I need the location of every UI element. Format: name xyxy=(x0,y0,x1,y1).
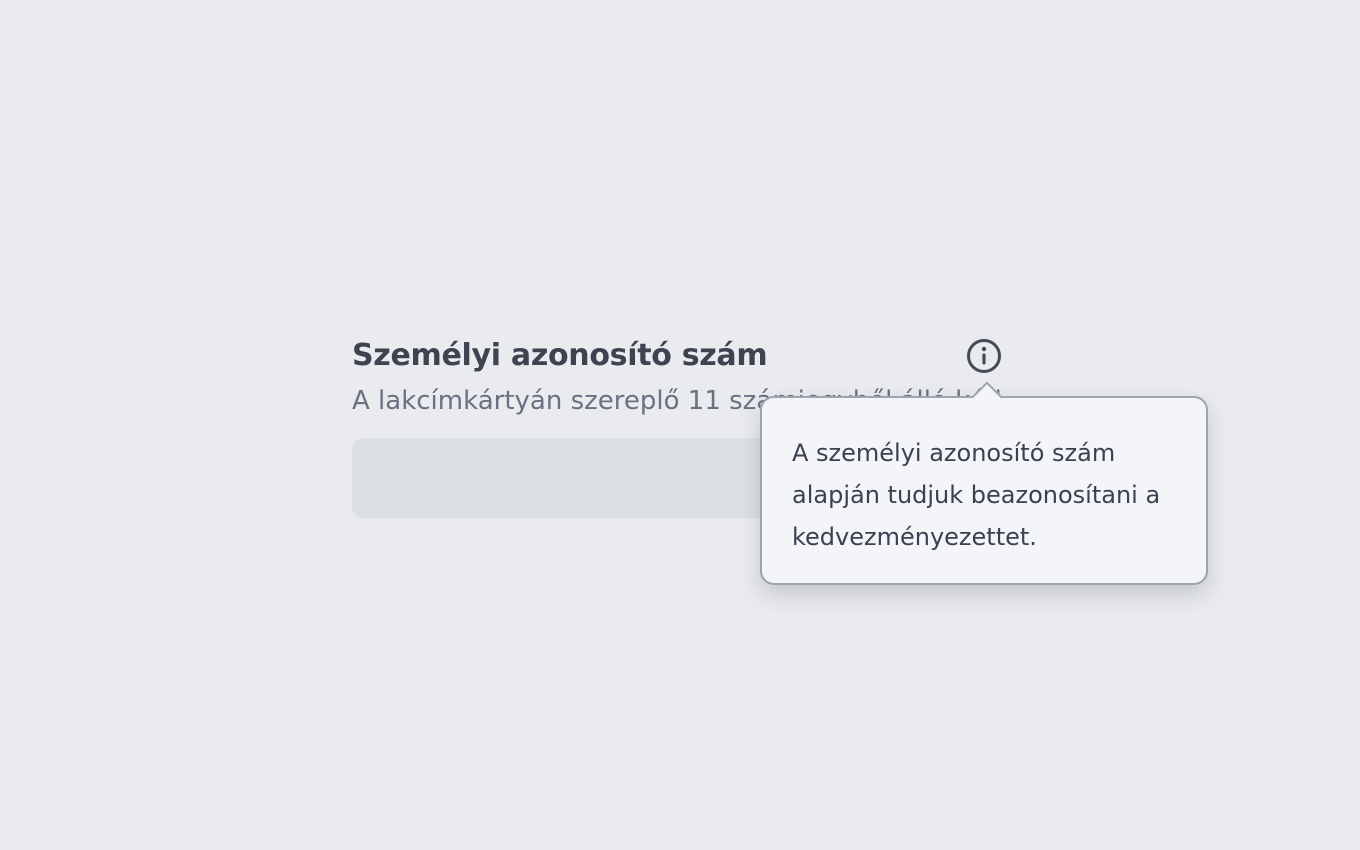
info-circle-icon xyxy=(966,338,1002,374)
field-label: Személyi azonosító szám xyxy=(352,338,768,373)
id-number-field: Személyi azonosító szám A lakcímkártyán … xyxy=(352,336,1002,518)
tooltip-text: A személyi azonosító szám alapján tudjuk… xyxy=(792,439,1161,551)
info-button[interactable] xyxy=(966,338,1002,374)
info-tooltip: A személyi azonosító szám alapján tudjuk… xyxy=(760,381,1208,585)
field-label-row: Személyi azonosító szám xyxy=(352,336,1002,378)
